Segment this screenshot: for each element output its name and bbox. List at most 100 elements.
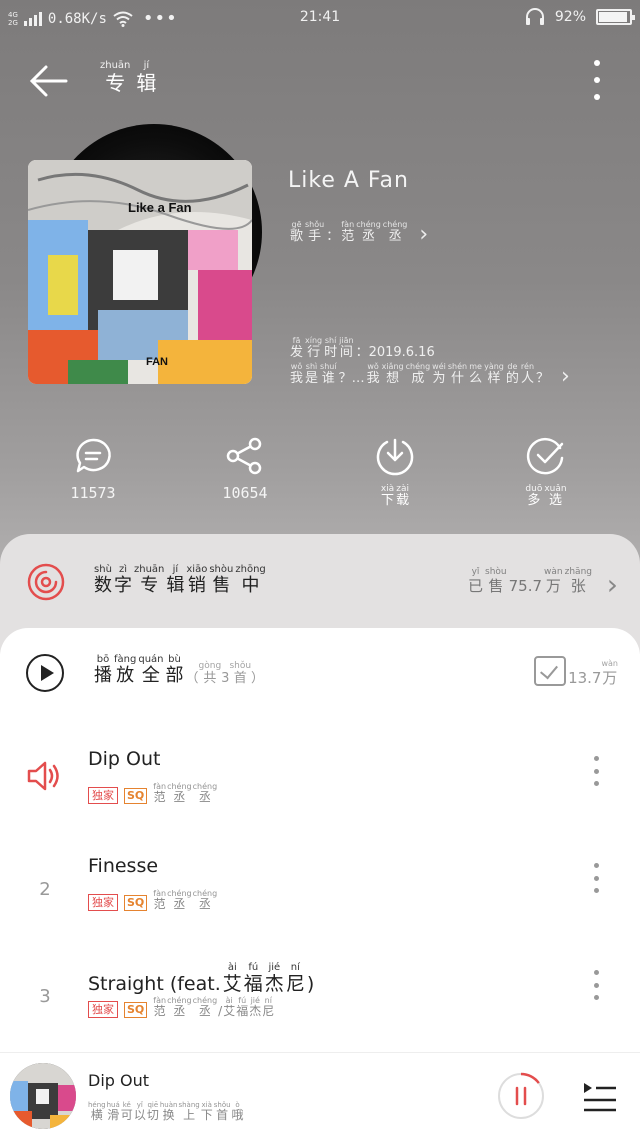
artist-char: fàn 范 xyxy=(153,782,167,804)
hint-char: huàn 换 xyxy=(159,1101,178,1122)
chevron-right-icon: › xyxy=(606,568,618,601)
header: zhuān 专 jí 辑 xyxy=(0,52,640,108)
song-artist: fàn 范 chéng 丞 chéng 丞 xyxy=(153,889,217,911)
song-title-char: ní 尼 xyxy=(285,962,305,995)
artist-char: chéng 丞 xyxy=(192,996,218,1018)
album-name: Like A Fan xyxy=(288,168,409,193)
singer-name-char: chéng 丞 xyxy=(382,220,408,244)
collect-icon[interactable] xyxy=(534,656,566,686)
description-char: wǒ 我 xyxy=(366,362,380,386)
back-arrow-icon[interactable] xyxy=(26,58,72,104)
singer-label-char: shǒu 手 xyxy=(305,220,325,244)
digital-title-char: jí 辑 xyxy=(166,564,185,596)
description-char: wéi 为 xyxy=(432,362,446,386)
song-title: Straight (feat. ài 艾 fú 福 jié 杰 ní 尼) xyxy=(88,962,315,995)
song-artist: fàn 范 chéng 丞 chéng 丞 / ài 艾 fú 福 jié 杰 ní 尼 xyxy=(153,996,274,1018)
battery-icon xyxy=(596,9,635,25)
multi-select-button[interactable]: duō 多 xuǎn 选 xyxy=(496,436,596,508)
album-description[interactable]: wǒ 我 shì 是 shuí 谁？… wǒ 我 xiǎng 想 chéng 成 wéi 为 shén 什 me… xyxy=(290,362,570,390)
artist-char: jié 杰 xyxy=(249,996,262,1018)
artist-char: chéng 丞 xyxy=(167,889,192,911)
page-title-char: jí 辑 xyxy=(136,60,157,95)
download-button[interactable]: xià 下 zài 载 xyxy=(345,436,445,508)
description-char: me 么 xyxy=(469,362,483,386)
description-char: ？… xyxy=(338,371,365,386)
svg-text:Like a Fan: Like a Fan xyxy=(128,200,192,215)
more-options-icon[interactable] xyxy=(586,60,608,100)
digital-album-title: shù 数 zì 字 zhuān 专 jí 辑 xiāo 销 shòu 售 zhōng 中 xyxy=(94,564,266,596)
play-all-label: bō 播 fàng 放 quán 全 bù 部 （ gòng 共 3 shǒu 首 ） xyxy=(94,654,265,686)
digital-title-char: shòu 售 xyxy=(209,564,234,596)
play-icon[interactable] xyxy=(26,654,64,692)
sq-quality-badge: SQ xyxy=(124,788,148,805)
song-row[interactable]: 3 Straight (feat. ài 艾 fú 福 jié 杰 ní 尼) 独家 SQ fàn 范 ch… xyxy=(0,948,640,1054)
singer-label-char: ： xyxy=(326,229,340,244)
singer-name-char: chéng 丞 xyxy=(356,220,381,244)
pause-icon[interactable] xyxy=(496,1071,546,1121)
description-char: wǒ 我 xyxy=(290,362,304,386)
song-row[interactable]: Dip Out 独家 SQ fàn 范 chéng 丞 chéng 丞 xyxy=(0,734,640,840)
headphones-icon xyxy=(525,8,544,25)
artist-char: / xyxy=(218,1004,223,1018)
swipe-hint: héng 横 huá 滑 kě 可 yǐ 以 qiē 切 huàn 换 shàng 上 xià 下 shǒu 首 ò… xyxy=(88,1101,244,1122)
song-more-icon[interactable] xyxy=(594,756,600,786)
description-char: xiǎng 想 xyxy=(381,362,404,386)
song-row[interactable]: 2 Finesse 独家 SQ fàn 范 chéng 丞 chéng 丞 xyxy=(0,841,640,947)
singer-line[interactable]: gē 歌 shǒu 手 ： fàn 范 chéng 丞 chéng 丞 › xyxy=(290,220,429,248)
song-tags: 独家 SQ fàn 范 chéng 丞 chéng 丞 xyxy=(88,889,217,912)
sq-quality-badge: SQ xyxy=(124,895,148,912)
share-button[interactable]: 10654 xyxy=(195,436,295,502)
hint-char: shǒu 首 xyxy=(213,1101,231,1122)
speaker-icon xyxy=(27,761,59,791)
status-bar: 4G 2G 0.68K/s ••• 21:41 92% xyxy=(0,0,640,34)
artist-char: chéng 丞 xyxy=(192,889,218,911)
description-char: yàng 样 xyxy=(484,362,504,386)
digital-title-char: shù 数 xyxy=(94,564,112,596)
svg-text:FAN: FAN xyxy=(146,356,168,368)
hint-char: shàng 上 xyxy=(178,1101,200,1122)
song-title-char: ài 艾 xyxy=(222,962,242,995)
album-info: Like A Fan xyxy=(288,168,409,193)
sold-count: yǐ 已 shòu 售 75.7 wàn 万 zhāng 张 xyxy=(468,567,592,595)
release-date: ：2019.6.16 xyxy=(355,345,435,361)
release-label-char: jiān 间 xyxy=(339,336,354,360)
artist-char: ní 尼 xyxy=(262,996,275,1018)
exclusive-badge: 独家 xyxy=(88,787,118,805)
download-icon xyxy=(376,438,414,476)
release-label-char: shí 时 xyxy=(324,336,338,360)
page-title: zhuān 专 jí 辑 xyxy=(100,60,156,94)
mini-player[interactable]: Dip Out héng 横 huá 滑 kě 可 yǐ 以 qiē 切 huàn 换 shàng 上 xi… xyxy=(0,1052,640,1138)
playback-progress-arc xyxy=(520,1072,540,1084)
comments-button[interactable]: 11573 xyxy=(43,436,143,502)
now-playing-cover[interactable] xyxy=(10,1063,76,1129)
description-char: de 的 xyxy=(505,362,519,386)
share-icon xyxy=(226,437,262,475)
hint-char: ò哦 xyxy=(231,1101,244,1122)
artist-char: chéng 丞 xyxy=(192,782,218,804)
song-title-char: fú 福 xyxy=(243,962,263,995)
song-title-char: jié 杰 xyxy=(264,962,284,995)
digital-title-char: zì 字 xyxy=(114,564,132,596)
digital-title-char: xiāo 销 xyxy=(186,564,208,596)
hint-char: héng 横 xyxy=(88,1101,106,1122)
song-title: Dip Out xyxy=(88,748,161,770)
sq-quality-badge: SQ xyxy=(124,1002,148,1019)
hint-char: qiē 切 xyxy=(146,1101,159,1122)
artist-char: fàn 范 xyxy=(153,889,167,911)
album-cover[interactable]: Like a Fan FAN xyxy=(28,160,252,384)
hint-char: xià 下 xyxy=(200,1101,213,1122)
chevron-right-icon: › xyxy=(561,364,570,390)
chevron-right-icon: › xyxy=(419,222,429,248)
singer-name-char: fàn 范 xyxy=(341,220,355,244)
song-index: 3 xyxy=(39,986,51,1007)
playlist-queue-icon[interactable] xyxy=(582,1077,618,1113)
exclusive-badge: 独家 xyxy=(88,894,118,912)
hint-char: huá 滑 xyxy=(106,1101,120,1122)
song-more-icon[interactable] xyxy=(594,863,600,893)
song-artist: fàn 范 chéng 丞 chéng 丞 xyxy=(153,782,217,804)
disc-icon xyxy=(27,563,65,601)
play-all-row[interactable]: bō 播 fàng 放 quán 全 bù 部 （ gòng 共 3 shǒu 首 ） 13… xyxy=(0,628,640,718)
description-char: chéng 成 xyxy=(405,362,431,386)
song-more-icon[interactable] xyxy=(594,970,600,1000)
sold-number: 75.7 xyxy=(508,576,543,595)
